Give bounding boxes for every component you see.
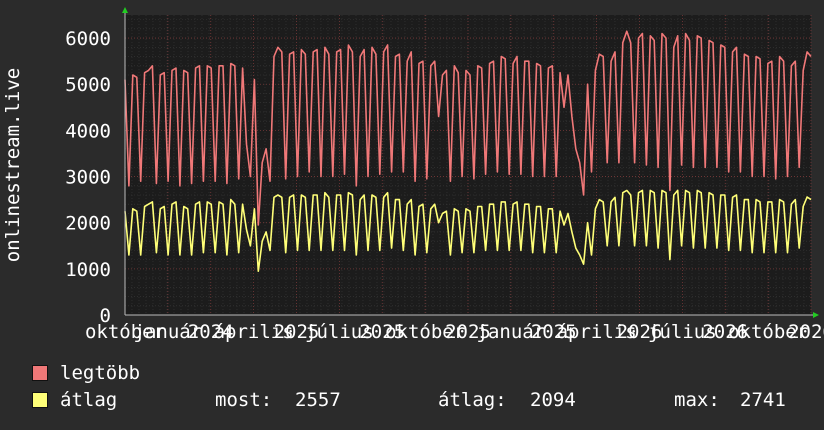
legend-swatch-max [32,365,48,381]
stat-most-label: most: [215,389,273,411]
x-axis-arrow-icon [813,312,819,318]
y-tick-label: 3000 [65,167,111,189]
y-tick-label: 1000 [65,259,111,281]
legend-label-avg: átlag [60,389,118,411]
stat-max-value: 2741 [740,389,786,411]
legend-swatch-avg [32,392,48,408]
y-tick-label: 6000 [65,28,111,50]
stat-avg-value: 2094 [530,389,576,411]
stat-max-label: max: [674,389,720,411]
legend-item-max-series: legtöbb [32,362,140,384]
x-tick-labels: októberjanuár2024április2025július2025ok… [85,321,824,343]
y-tick-labels: 0100020003000400050006000 [65,28,111,327]
x-tick-label: 2026 [788,321,824,343]
stat-most-value: 2557 [295,389,341,411]
stat-avg-label: átlag: [438,389,507,411]
y-axis-arrow-icon [122,7,128,13]
y-tick-label: 5000 [65,74,111,96]
y-tick-label: 2000 [65,213,111,235]
y-axis-label: onlinestream.live [2,68,24,262]
legend-label-max: legtöbb [60,362,141,384]
y-tick-label: 4000 [65,120,111,142]
legend-item-avg-series: átlag [32,389,117,411]
